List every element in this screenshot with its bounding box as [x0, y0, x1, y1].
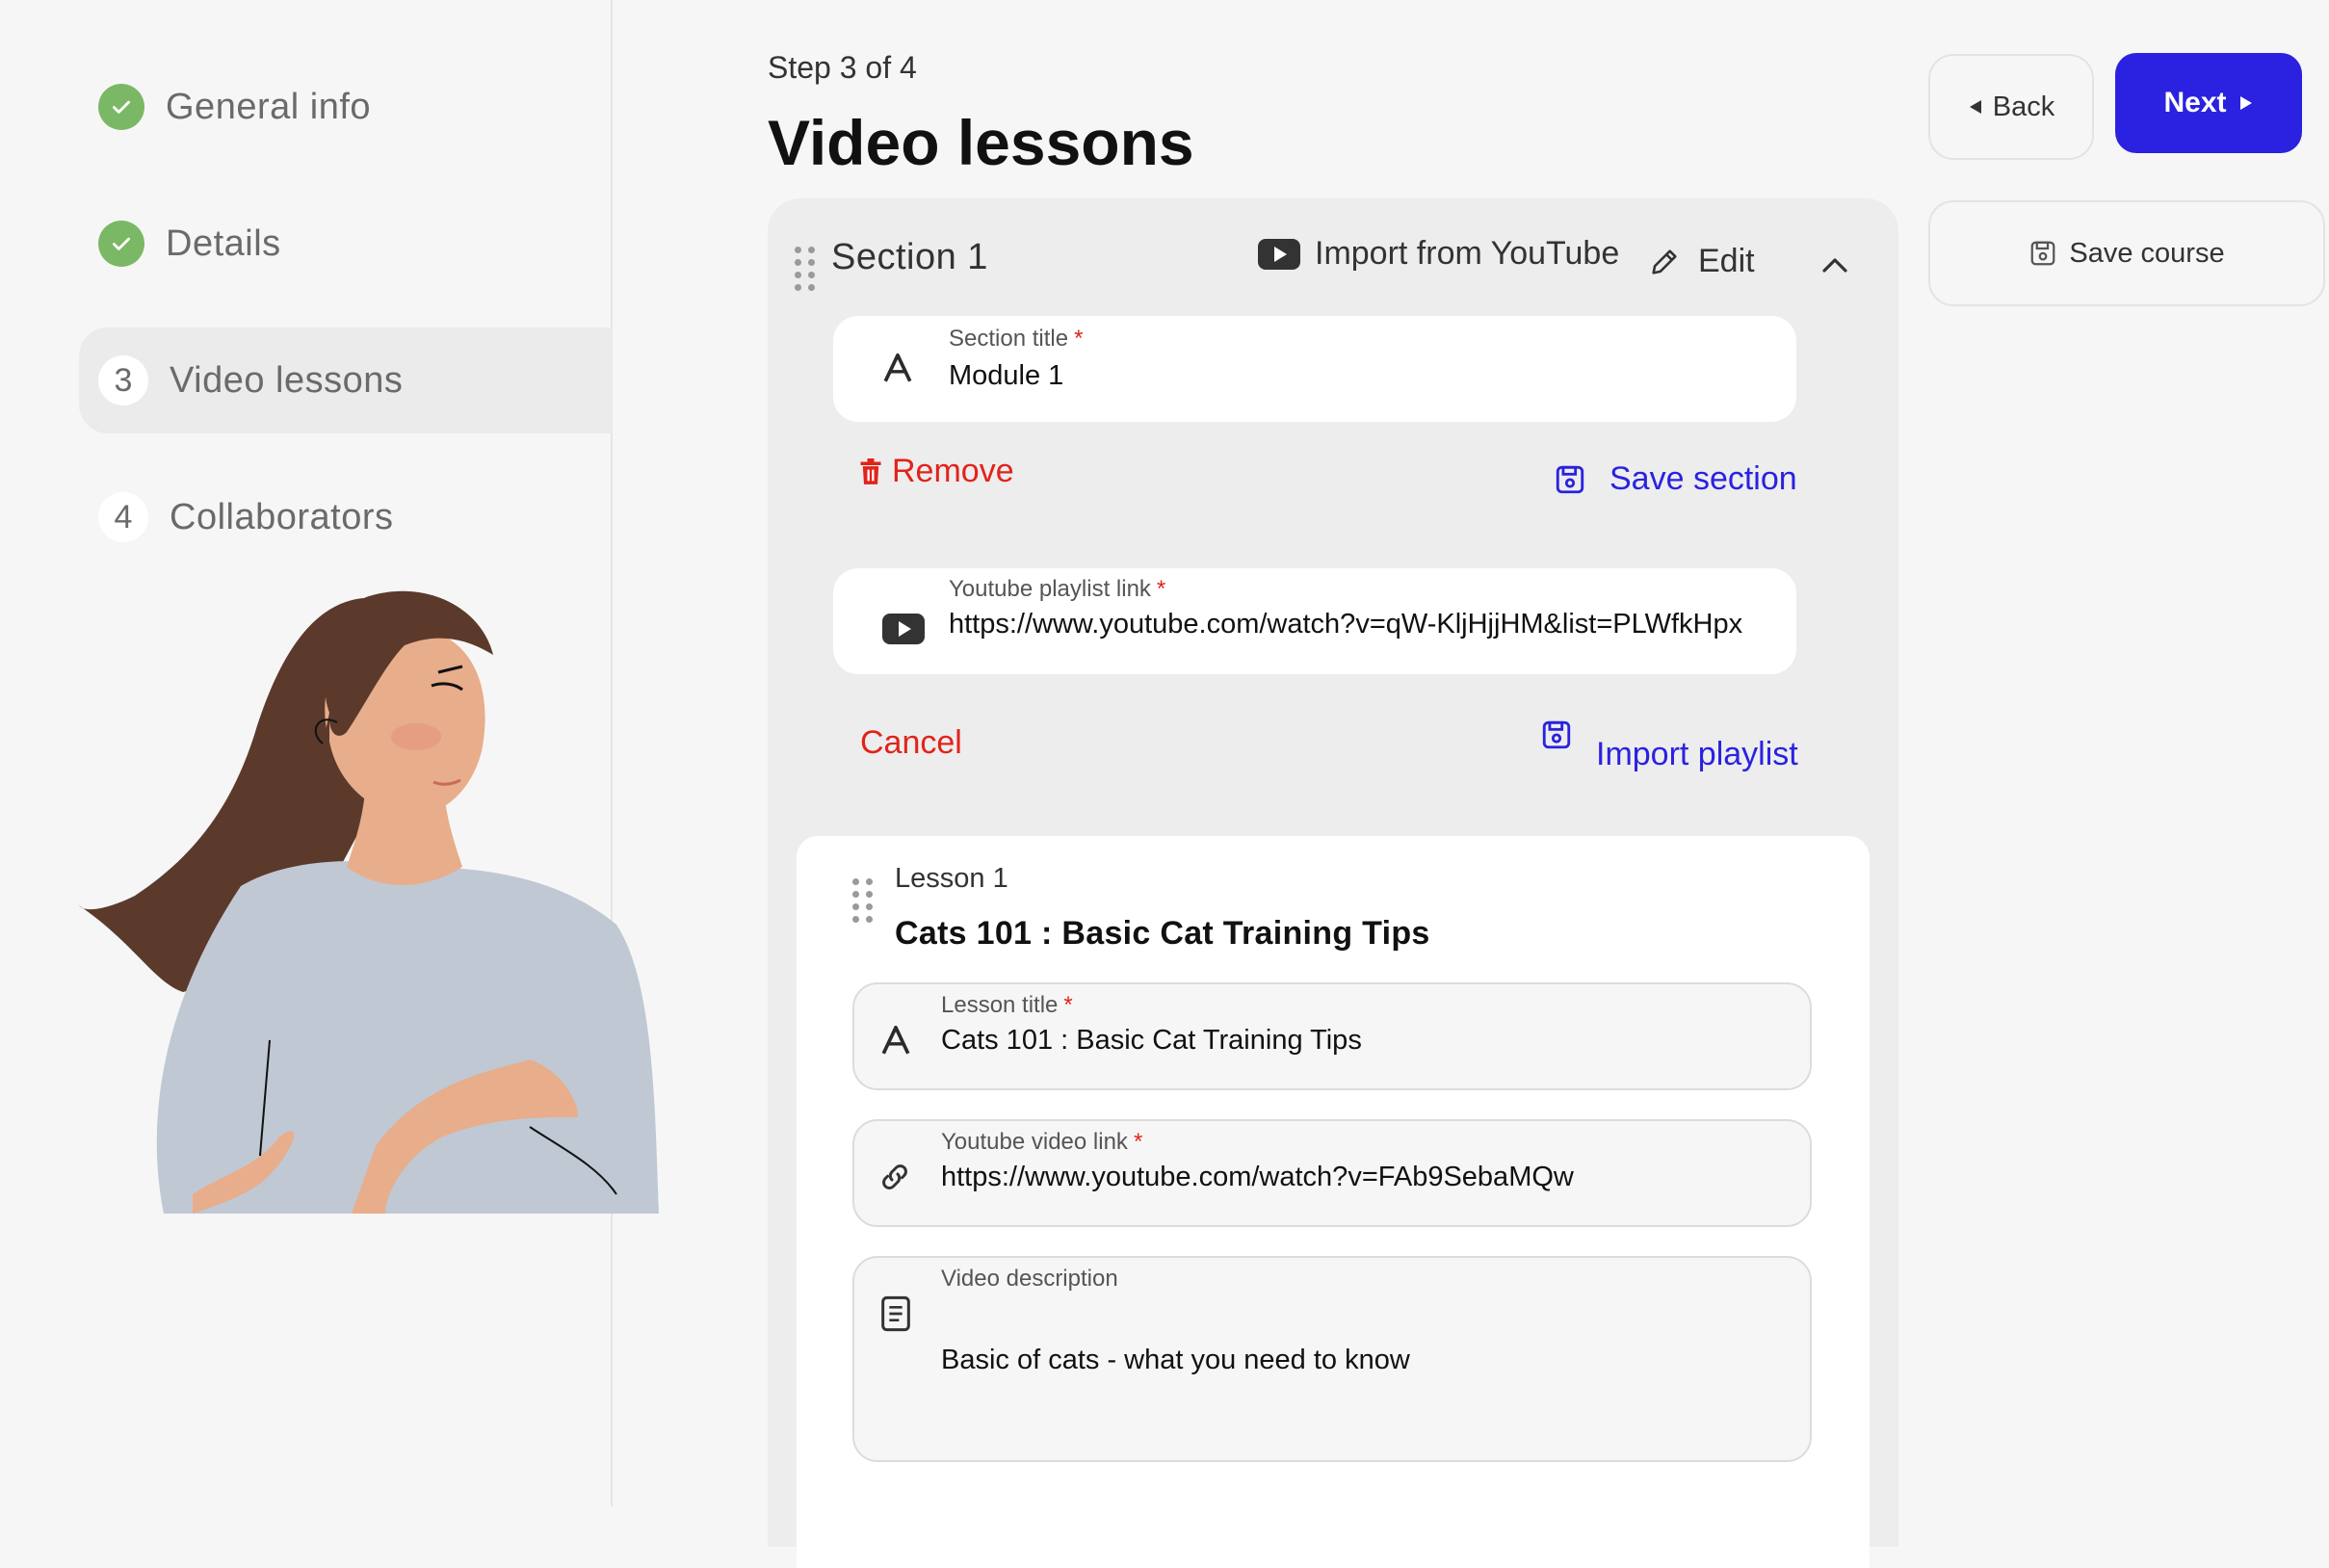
- youtube-video-link-field[interactable]: Youtube video link * https://www.youtube.…: [852, 1119, 1812, 1227]
- step-video-lessons[interactable]: 3 Video lessons: [79, 327, 613, 433]
- pencil-icon: [1652, 248, 1677, 274]
- floppy-disk-icon: [1556, 465, 1584, 493]
- check-circle-icon: [98, 221, 144, 267]
- youtube-icon: [882, 614, 925, 644]
- field-value: https://www.youtube.com/watch?v=FAb9Seba…: [941, 1162, 1574, 1192]
- step-label: General info: [166, 86, 372, 127]
- save-course-button[interactable]: Save course: [1928, 200, 2325, 306]
- youtube-icon: [1258, 238, 1300, 270]
- next-button-label: Next: [2163, 87, 2227, 118]
- import-playlist-label: Import playlist: [1596, 736, 1798, 772]
- remove-section-button[interactable]: Remove: [859, 453, 1014, 490]
- field-value: Module 1: [949, 360, 1064, 391]
- step-counter: Step 3 of 4: [768, 50, 917, 85]
- step-label: Details: [166, 222, 281, 264]
- field-label: Youtube video link *: [941, 1129, 1143, 1155]
- section-title: Section 1: [831, 237, 988, 277]
- lesson-title-field[interactable]: Lesson title * Cats 101 : Basic Cat Train…: [852, 982, 1812, 1090]
- import-from-youtube-button[interactable]: Import from YouTube: [1257, 235, 1619, 273]
- step-collaborators[interactable]: 4 Collaborators: [79, 464, 613, 570]
- link-icon: [882, 1164, 907, 1189]
- text-font-icon: [881, 1025, 910, 1055]
- caret-right-icon: [2239, 96, 2252, 110]
- step-label: Video lessons: [170, 359, 404, 401]
- save-section-button[interactable]: Save section: [1554, 460, 1797, 498]
- import-playlist-button[interactable]: Import playlist: [1540, 719, 1798, 773]
- document-icon: [881, 1295, 910, 1332]
- edit-label: Edit: [1698, 243, 1755, 279]
- page-title: Video lessons: [768, 107, 1194, 178]
- lesson-heading: Cats 101 : Basic Cat Training Tips: [895, 915, 1430, 952]
- import-youtube-label: Import from YouTube: [1315, 235, 1620, 272]
- step-number: 4: [98, 492, 148, 542]
- drag-handle-icon[interactable]: [795, 247, 816, 291]
- youtube-playlist-field[interactable]: Youtube playlist link * https://www.youtu…: [833, 568, 1796, 674]
- collapse-chevron-up-icon[interactable]: [1821, 256, 1848, 278]
- floppy-disk-icon: [1542, 720, 1571, 749]
- drag-handle-icon[interactable]: [852, 878, 874, 923]
- woman-illustration: [79, 590, 660, 1214]
- save-section-label: Save section: [1609, 460, 1797, 497]
- back-button[interactable]: Back: [1928, 54, 2094, 160]
- save-course-label: Save course: [2069, 237, 2225, 269]
- field-label: Youtube playlist link *: [949, 576, 1166, 602]
- remove-label: Remove: [892, 453, 1014, 489]
- next-button[interactable]: Next: [2115, 53, 2302, 153]
- field-label: Video description: [941, 1266, 1118, 1292]
- field-value: Basic of cats - what you need to know: [941, 1345, 1410, 1375]
- floppy-disk-icon: [2031, 241, 2055, 266]
- step-details[interactable]: Details: [79, 191, 613, 297]
- stepper-sidebar: General info Details 3 Video lessons 4 C…: [0, 0, 660, 1506]
- section-panel: Section 1 Import from YouTube Edit Secti…: [768, 198, 1898, 1568]
- trash-icon: [860, 457, 881, 484]
- video-description-field[interactable]: Video description Basic of cats - what y…: [852, 1256, 1812, 1462]
- lesson-number: Lesson 1: [895, 863, 1008, 894]
- text-font-icon: [883, 353, 912, 382]
- field-value: Cats 101 : Basic Cat Training Tips: [941, 1025, 1362, 1056]
- caret-left-icon: [1969, 100, 1981, 114]
- cancel-button[interactable]: Cancel: [860, 724, 962, 762]
- check-circle-icon: [98, 84, 144, 130]
- step-number: 3: [98, 355, 148, 405]
- step-general-info[interactable]: General info: [79, 54, 613, 160]
- step-label: Collaborators: [170, 496, 394, 537]
- field-label: Section title *: [949, 326, 1084, 352]
- field-label: Lesson title *: [941, 992, 1073, 1018]
- lesson-card: Lesson 1 Cats 101 : Basic Cat Training T…: [797, 836, 1870, 1568]
- section-title-field[interactable]: Section title * Module 1: [833, 316, 1796, 422]
- back-button-label: Back: [1992, 91, 2055, 122]
- edit-section-button[interactable]: Edit: [1648, 243, 1755, 280]
- field-value: https://www.youtube.com/watch?v=qW-KljHj…: [949, 609, 1743, 640]
